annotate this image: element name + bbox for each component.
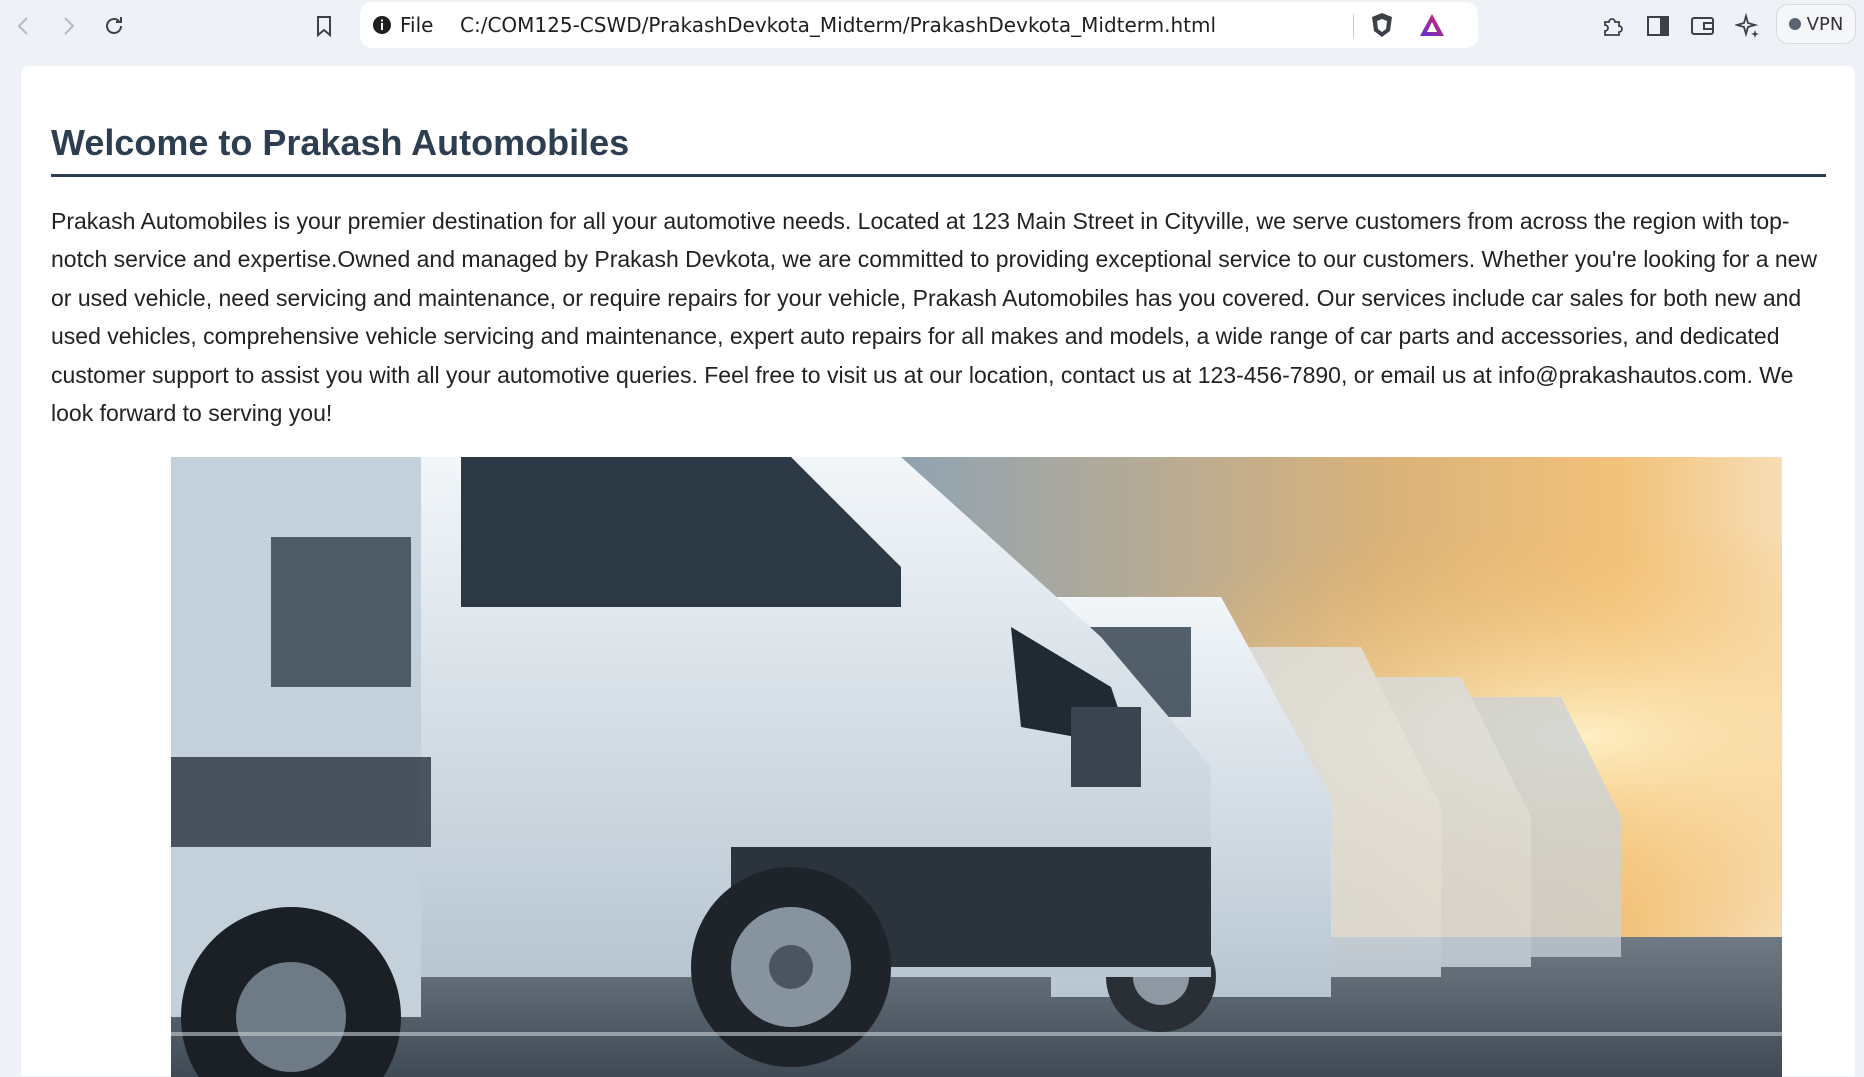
leo-ai-icon: [1735, 13, 1759, 38]
web-page: Welcome to Prakash Automobiles Prakash A…: [21, 66, 1855, 1077]
hero-image-vans: [171, 457, 1782, 1077]
back-button[interactable]: [6, 8, 42, 44]
browser-toolbar: File C:/COM125-CSWD/PrakashDevkota_Midte…: [0, 0, 1864, 54]
back-icon: [17, 17, 28, 35]
forward-icon: [64, 17, 75, 35]
wallet-button[interactable]: [1685, 8, 1721, 44]
vpn-status-dot: [1788, 18, 1801, 30]
brave-rewards-icon: [1420, 14, 1444, 36]
address-bar[interactable]: File C:/COM125-CSWD/PrakashDevkota_Midte…: [360, 2, 1478, 48]
extensions-icon: [1604, 18, 1623, 36]
wallet-icon: [1691, 17, 1714, 35]
bookmark-icon: [317, 16, 331, 38]
address-separator: [1353, 14, 1354, 38]
reload-button[interactable]: [96, 8, 132, 44]
site-info-chip[interactable]: File: [372, 11, 433, 39]
page-title: Welcome to Prakash Automobiles: [51, 122, 630, 163]
url-text[interactable]: C:/COM125-CSWD/PrakashDevkota_Midterm/Pr…: [460, 13, 1216, 37]
leo-ai-button[interactable]: [1730, 8, 1766, 44]
forward-button[interactable]: [50, 8, 86, 44]
sidebar-icon: [1647, 16, 1669, 36]
brave-shield-icon: [1372, 13, 1392, 37]
site-info-label: File: [400, 13, 434, 37]
brave-shield-button[interactable]: [1364, 7, 1400, 43]
intro-paragraph: Prakash Automobiles is your premier dest…: [51, 208, 1818, 427]
info-icon: [373, 16, 391, 34]
title-underline: [51, 174, 1826, 177]
sidebar-button[interactable]: [1640, 8, 1676, 44]
bookmark-button[interactable]: [306, 8, 342, 44]
reload-icon: [106, 17, 122, 34]
extensions-button[interactable]: [1594, 8, 1630, 44]
brave-rewards-button[interactable]: [1414, 7, 1450, 43]
vpn-button[interactable]: VPN: [1776, 4, 1856, 44]
vpn-label: VPN: [1806, 13, 1844, 35]
